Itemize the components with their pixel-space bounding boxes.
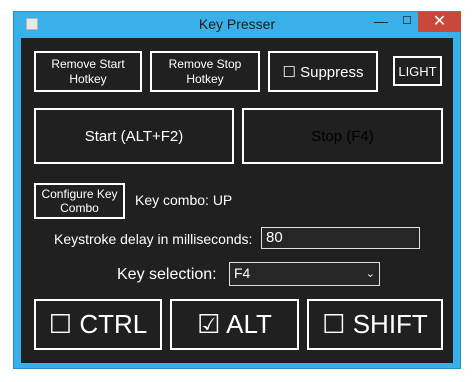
close-button[interactable]: ✕: [418, 12, 461, 32]
remove-stop-hotkey-button[interactable]: Remove Stop Hotkey: [150, 51, 260, 92]
configure-key-combo-button[interactable]: Configure Key Combo: [34, 183, 125, 219]
minimize-button[interactable]: —: [370, 12, 392, 32]
maximize-button[interactable]: ☐: [396, 12, 418, 32]
delay-input[interactable]: 80: [261, 227, 420, 249]
app-window: Key Presser — ☐ ✕ Remove Start Hotkey Re…: [13, 11, 461, 369]
shift-toggle-button[interactable]: ☐ SHIFT: [307, 299, 443, 350]
stop-button[interactable]: Stop (F4): [242, 108, 443, 164]
title-bar[interactable]: Key Presser — ☐ ✕: [14, 12, 461, 38]
start-button[interactable]: Start (ALT+F2): [34, 108, 234, 164]
chevron-down-icon: ⌄: [365, 268, 375, 280]
client-area: Remove Start Hotkey Remove Stop Hotkey ☐…: [21, 38, 453, 363]
window-title: Key Presser: [198, 16, 276, 32]
ctrl-toggle-button[interactable]: ☐ CTRL: [34, 299, 162, 350]
suppress-checkbox-button[interactable]: ☐ Suppress: [268, 51, 378, 92]
key-select[interactable]: F4 ⌄: [229, 262, 380, 286]
key-combo-label: Key combo: UP: [135, 192, 233, 208]
light-theme-button[interactable]: LIGHT: [393, 56, 442, 86]
remove-start-hotkey-button[interactable]: Remove Start Hotkey: [34, 51, 142, 92]
delay-label: Keystroke delay in milliseconds:: [54, 231, 253, 247]
key-selection-label: Key selection:: [117, 266, 217, 283]
alt-toggle-button[interactable]: ☑ ALT: [170, 299, 299, 350]
key-select-value: F4: [234, 265, 251, 281]
